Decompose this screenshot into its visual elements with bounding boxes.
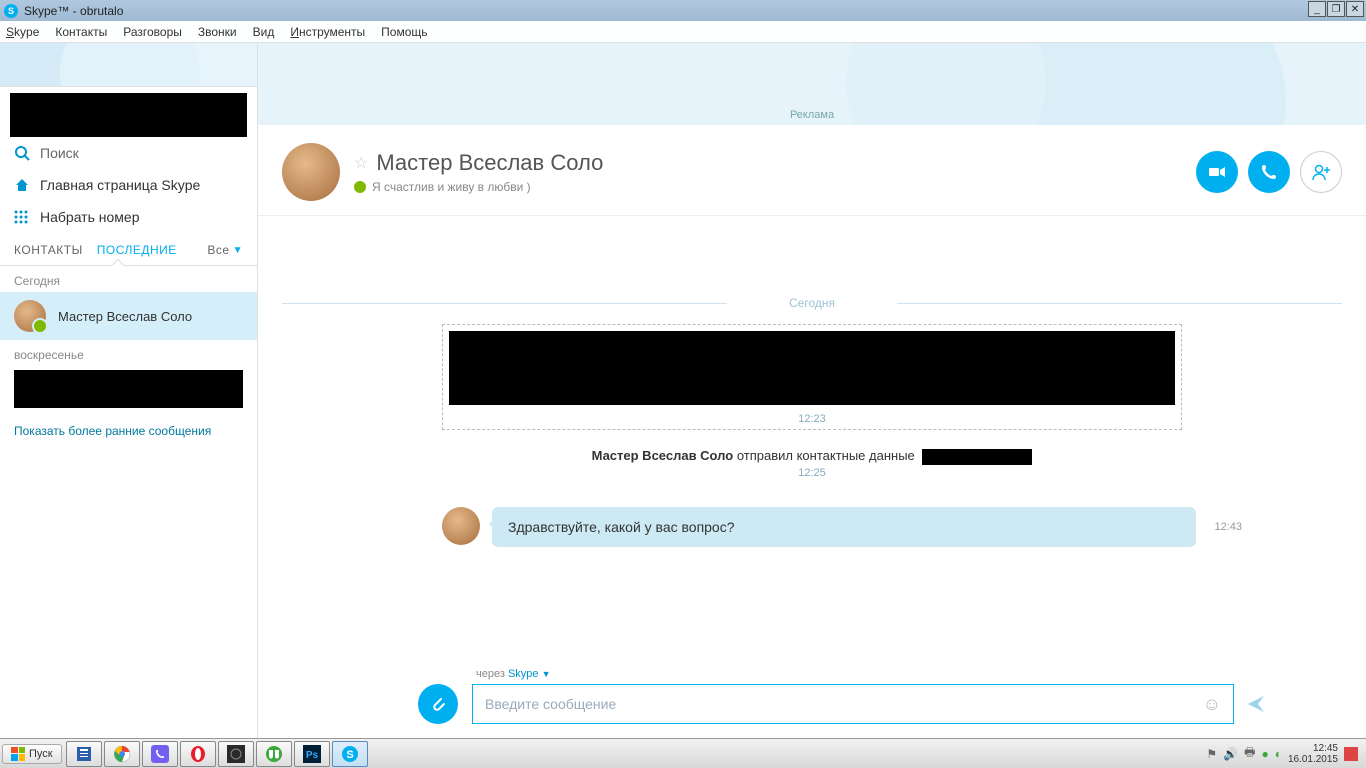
taskbar-skype[interactable]: S [332,741,368,767]
redacted-content [449,331,1175,405]
send-button[interactable] [1246,694,1266,714]
message-row: Здравствуйте, какой у вас вопрос? 12:43 [442,507,1242,547]
dialpad-icon [14,210,30,224]
chevron-down-icon: ▼ [233,245,243,256]
status-online-icon [354,181,366,193]
message-avatar[interactable] [442,507,480,545]
compose-box: ☺ [472,684,1234,724]
menu-conversations[interactable]: Разговоры [123,25,182,39]
tab-recent[interactable]: ПОСЛЕДНИЕ [97,243,177,257]
start-label: Пуск [29,748,53,760]
tray-icon-5[interactable]: ◐ [1275,747,1282,761]
taskbar-app-1[interactable] [66,741,102,767]
menu-view[interactable]: Вид [253,25,275,39]
clock-date: 16.01.2015 [1288,754,1338,765]
chat-messages[interactable]: Сегодня 12:23 Мастер Всеслав Соло отправ… [258,216,1366,664]
taskbar-opera[interactable] [180,741,216,767]
contact-redacted[interactable] [14,370,243,408]
message-bubble[interactable]: Здравствуйте, какой у вас вопрос? [492,507,1196,547]
close-button[interactable]: ✕ [1346,1,1364,17]
system-sender: Мастер Всеслав Соло [592,448,734,463]
window-title: Skype™ - obrutalo [24,4,123,18]
chat-avatar[interactable] [282,143,340,201]
day-divider: Сегодня [282,296,1342,310]
tray-volume-icon[interactable]: 🔊 [1223,747,1238,761]
attach-button[interactable] [418,684,458,724]
menu-tools[interactable]: Инструменты [290,25,365,39]
tray-icon-3[interactable]: 🖶 [1244,743,1255,764]
contact-avatar [14,300,46,332]
search-input[interactable]: Поиск [0,137,257,169]
menu-calls[interactable]: Звонки [198,25,237,39]
chat-header: ☆ Мастер Всеслав Соло Я счастлив и живу … [258,125,1366,216]
message-input[interactable] [485,696,1203,712]
nav-home-label: Главная страница Skype [40,177,200,193]
menu-skype[interactable]: SSkypekype [6,25,39,39]
nav-dialpad[interactable]: Набрать номер [0,201,257,233]
menu-help[interactable]: Помощь [381,25,427,39]
contact-row-active[interactable]: Мастер Всеслав Соло [0,292,257,340]
system-message-box: 12:23 [442,324,1182,430]
nav-dialpad-label: Набрать номер [40,209,140,225]
skype-icon: S [4,4,18,18]
system-action: отправил контактные данные [733,448,915,463]
chat-title: Мастер Всеслав Соло [376,150,603,176]
tab-indicator [112,260,124,266]
via-selector[interactable]: через Skype ▼ [476,668,1266,680]
emoji-button[interactable]: ☺ [1203,694,1221,715]
own-profile-redacted[interactable] [10,93,247,137]
system-time: 12:23 [443,411,1181,429]
menu-contacts[interactable]: Контакты [55,25,107,39]
compose-area: через Skype ▼ ☺ [258,664,1366,738]
nav-home[interactable]: Главная страница Skype [0,169,257,201]
message-time: 12:43 [1214,521,1242,533]
start-button[interactable]: Пуск [2,744,62,764]
section-today: Сегодня [0,266,257,292]
taskbar-clock[interactable]: 12:45 16.01.2015 [1288,743,1338,765]
svg-text:S: S [346,749,353,761]
chevron-down-icon: ▼ [542,669,551,679]
tray-icon-end[interactable] [1344,747,1358,761]
tray-icon-1[interactable]: ⚑ [1206,747,1217,761]
video-call-button[interactable] [1196,151,1238,193]
status-text: Я счастлив и живу в любви ) [372,180,531,194]
home-icon [14,177,30,193]
tray-icon-4[interactable]: ● [1261,747,1268,761]
search-placeholder: Поиск [40,145,79,161]
search-icon [14,145,30,161]
show-older-link[interactable]: Показать более ранние сообщения [0,412,257,450]
tab-contacts[interactable]: КОНТАКТЫ [14,243,83,257]
audio-call-button[interactable] [1248,151,1290,193]
menu-bar: SSkypekype Контакты Разговоры Звонки Вид… [0,21,1366,43]
sidebar: Поиск Главная страница Skype Набрать ном… [0,43,258,738]
ad-banner[interactable]: Реклама [258,43,1366,125]
system-contact-shared: Мастер Всеслав Соло отправил контактные … [282,448,1342,465]
system-tray: ⚑ 🔊 🖶 ● ◐ 12:45 16.01.2015 [1206,743,1364,765]
redacted-inline [922,449,1032,465]
svg-text:Ps: Ps [305,750,318,761]
windows-taskbar: Пуск Ps S ⚑ 🔊 🖶 ● ◐ 12:45 16.01.2015 [0,738,1366,768]
taskbar-photoshop[interactable]: Ps [294,741,330,767]
ad-label: Реклама [790,109,834,121]
windows-logo-icon [11,747,25,761]
contact-name: Мастер Всеслав Соло [58,309,192,324]
add-contact-button[interactable] [1300,151,1342,193]
minimize-button[interactable]: _ [1308,1,1326,17]
taskbar-app-5[interactable] [218,741,254,767]
system-time-2: 12:25 [282,467,1342,479]
sidebar-header-bg [0,43,257,87]
taskbar-viber[interactable] [142,741,178,767]
filter-all[interactable]: Все ▼ [207,243,243,257]
taskbar-utorrent[interactable] [256,741,292,767]
section-sunday: воскресенье [0,340,257,366]
sidebar-tabs: КОНТАКТЫ ПОСЛЕДНИЕ Все ▼ [0,233,257,266]
maximize-button[interactable]: ❐ [1327,1,1345,17]
window-titlebar: S Skype™ - obrutalo _ ❐ ✕ [0,0,1366,21]
clock-time: 12:45 [1288,743,1338,754]
favorite-star-icon[interactable]: ☆ [354,153,368,173]
taskbar-chrome[interactable] [104,741,140,767]
chat-main: Реклама ☆ Мастер Всеслав Соло Я счастлив… [258,43,1366,738]
